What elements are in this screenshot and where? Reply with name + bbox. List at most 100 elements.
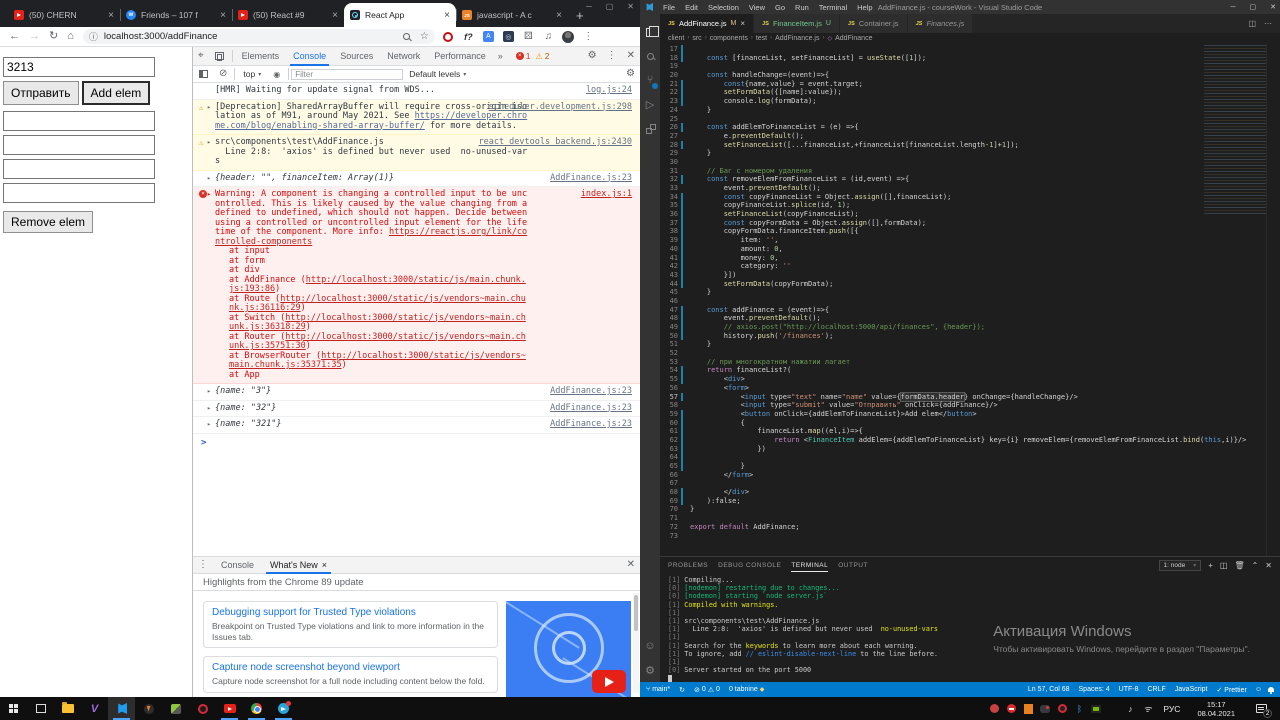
finance-name-input[interactable] (3, 57, 155, 77)
status-item[interactable]: Ln 57, Col 68 (1028, 686, 1070, 693)
browser-tab[interactable]: (50) CHERN × (8, 3, 120, 27)
terminal-selector[interactable]: 1: node ▾ (1158, 560, 1202, 571)
menu-item-go[interactable]: Go (770, 3, 790, 12)
code-line[interactable]: 49 // axios.post("http://localhost:5000/… (660, 323, 1280, 332)
message-link[interactable]: https://reactjs.org/link/controlled-comp… (215, 227, 527, 247)
stack-link[interactable]: http://localhost:3000/static/js/main.chu… (229, 275, 526, 295)
code-line[interactable]: 34 const copyFinanceList = Object.assign… (660, 192, 1280, 202)
devtools-tab-network[interactable]: Network (380, 47, 427, 66)
source-location-link[interactable]: AddFinance.js:23 (550, 173, 632, 184)
split-editor-icon[interactable]: ◫ (1248, 19, 1256, 28)
devtools-close-icon[interactable]: ✕ (627, 51, 635, 61)
code-line[interactable]: 46 (660, 297, 1280, 306)
code-line[interactable]: 50 history.push('/finances'); (660, 331, 1280, 341)
site-info-icon[interactable]: ⓘ (89, 30, 98, 43)
problems-status[interactable]: ⊘ 0 ⚠ 0 (694, 686, 720, 694)
back-button[interactable]: ← (9, 31, 20, 42)
run-debug-icon[interactable]: ▷ (640, 92, 660, 116)
language-indicator[interactable]: РУС (1159, 704, 1184, 714)
code-line[interactable]: 23 console.log(formData); (660, 97, 1280, 106)
drawer-close-icon[interactable]: ✕ (627, 560, 635, 570)
devtools-tab-performance[interactable]: Performance (427, 47, 493, 66)
menu-item-run[interactable]: Run (790, 3, 814, 12)
code-line[interactable]: 25 (660, 115, 1280, 124)
feedback-icon[interactable]: ☺ (1255, 686, 1262, 693)
code-line[interactable]: 35 copyFinanceList.splice(id, 1); (660, 201, 1280, 211)
browser-tab[interactable]: JS javascript - A c × (456, 3, 568, 27)
editor-scrollbar[interactable] (1266, 43, 1280, 556)
devtools-tab-console[interactable]: Console (286, 47, 333, 66)
maximize-button[interactable]: ▢ (1250, 3, 1257, 11)
code-line[interactable]: 62 return <FinanceItem addElem={addElemT… (660, 435, 1280, 445)
maximize-panel-icon[interactable]: ⌃ (1252, 561, 1259, 570)
code-line[interactable]: 47 const addFinance = (event)=>{ (660, 305, 1280, 315)
youtube-play-icon[interactable] (592, 670, 626, 693)
source-control-icon[interactable]: ⑂ (640, 68, 660, 92)
code-line[interactable]: 57 <input type="text" name="name" value=… (660, 391, 1280, 402)
code-line[interactable]: 58 <input type="submit" value="Отправить… (660, 401, 1280, 410)
code-line[interactable]: 32 const removeElemFromFinanceList = (id… (660, 175, 1280, 184)
drawer-tab-close-icon[interactable]: × (322, 560, 327, 570)
console-filter-input[interactable] (291, 68, 404, 80)
code-line[interactable]: 59 <button onClick={addElemToFinanceList… (660, 409, 1280, 419)
devtools-tab-elements[interactable]: Elements (235, 47, 287, 66)
reload-button[interactable]: ↻ (49, 31, 58, 42)
finance-item-input[interactable] (3, 135, 155, 155)
close-button[interactable]: ✕ (627, 2, 634, 11)
submit-button[interactable]: Отправить (3, 81, 79, 105)
expand-arrow-icon[interactable]: ▸ (207, 138, 211, 148)
finance-item-input[interactable] (3, 111, 155, 131)
add-elem-button[interactable]: Add elem (81, 81, 151, 105)
task-view-taskbar-icon[interactable] (27, 697, 54, 720)
code-line[interactable]: 38 copyFormData.financeItem.push([{ (660, 227, 1280, 237)
steam-tray-icon[interactable] (989, 704, 999, 714)
tab-close-icon[interactable]: × (556, 10, 562, 21)
telegram-taskbar-icon[interactable] (270, 697, 297, 720)
clock[interactable]: 15:17 08.04.2021 (1191, 700, 1241, 718)
bluetooth-tray-icon[interactable]: ᛒ (1074, 704, 1084, 714)
tab-close-icon[interactable]: × (740, 19, 745, 28)
extensions-icon[interactable] (640, 116, 660, 140)
stack-link[interactable]: http://localhost:3000/static/js/vendors~… (229, 351, 526, 371)
code-line[interactable]: 39 item: '', (660, 236, 1280, 245)
code-editor[interactable]: 17 18 const [financeList, setFinanceList]… (660, 43, 1280, 556)
panel-tab-debug-console[interactable]: DEBUG CONSOLE (718, 557, 781, 574)
source-location-link[interactable]: log.js:24 (586, 85, 632, 96)
menu-item-edit[interactable]: Edit (680, 3, 703, 12)
status-item[interactable]: UTF-8 (1119, 686, 1139, 693)
devtools-tab-sources[interactable]: Sources (333, 47, 380, 66)
code-line[interactable]: 61 financeList.map((el,i)=>{ (660, 427, 1280, 436)
settings-gear-icon[interactable]: ⚙ (640, 658, 660, 682)
code-line[interactable]: 43 }]) (660, 270, 1280, 280)
notifications-bell-icon[interactable] (1266, 687, 1274, 694)
bookmark-star-icon[interactable]: ☆ (420, 31, 429, 42)
drawer-menu-icon[interactable]: ⋮ (198, 560, 208, 570)
message-link[interactable]: https://developer.chrome.com/blog/enabli… (215, 111, 527, 131)
menu-item-file[interactable]: File (658, 3, 680, 12)
code-line[interactable]: 33 event.preventDefault(); (660, 184, 1280, 193)
console-sidebar-icon[interactable] (199, 70, 208, 78)
close-button[interactable]: ✕ (1270, 3, 1276, 11)
terminal-output[interactable]: [1] Compiling... [0] [nodemon] restarting d… (668, 576, 1272, 682)
console-settings-icon[interactable]: ⚙ (626, 69, 635, 79)
code-line[interactable]: 30 (660, 158, 1280, 167)
sync-status[interactable]: ↻ (679, 686, 685, 694)
code-line[interactable]: 55 <div> (660, 375, 1280, 384)
kill-terminal-icon[interactable]: 🗑 (1234, 561, 1244, 570)
maximize-button[interactable]: ▢ (606, 2, 614, 11)
code-line[interactable]: 18 const [financeList, setFinanceList] =… (660, 53, 1280, 63)
code-line[interactable]: 21 const{name,value} = event.target; (660, 79, 1280, 89)
nvidia-tray-icon[interactable] (1091, 704, 1102, 714)
translate-extension-icon[interactable]: A (482, 30, 495, 43)
zoom-icon[interactable] (402, 33, 410, 40)
finance-item-input[interactable] (3, 159, 155, 179)
source-location-link[interactable]: react_devtools_backend.js:2430 (478, 137, 632, 148)
code-line[interactable]: 71 (660, 514, 1280, 523)
breadcrumb-item[interactable]: AddFinance.js (775, 35, 819, 42)
extensions-puzzle-icon[interactable]: ⚄ (522, 30, 535, 43)
tab-close-icon[interactable]: × (332, 10, 338, 21)
code-line[interactable]: 26 const addElemToFinanceList = (e) =>{ (660, 123, 1280, 132)
chrome-taskbar-icon[interactable] (243, 697, 270, 720)
whats-new-card[interactable]: Capture node screenshot beyond viewport C… (203, 656, 498, 693)
volume-tray-icon[interactable]: ♪ (1125, 704, 1135, 714)
